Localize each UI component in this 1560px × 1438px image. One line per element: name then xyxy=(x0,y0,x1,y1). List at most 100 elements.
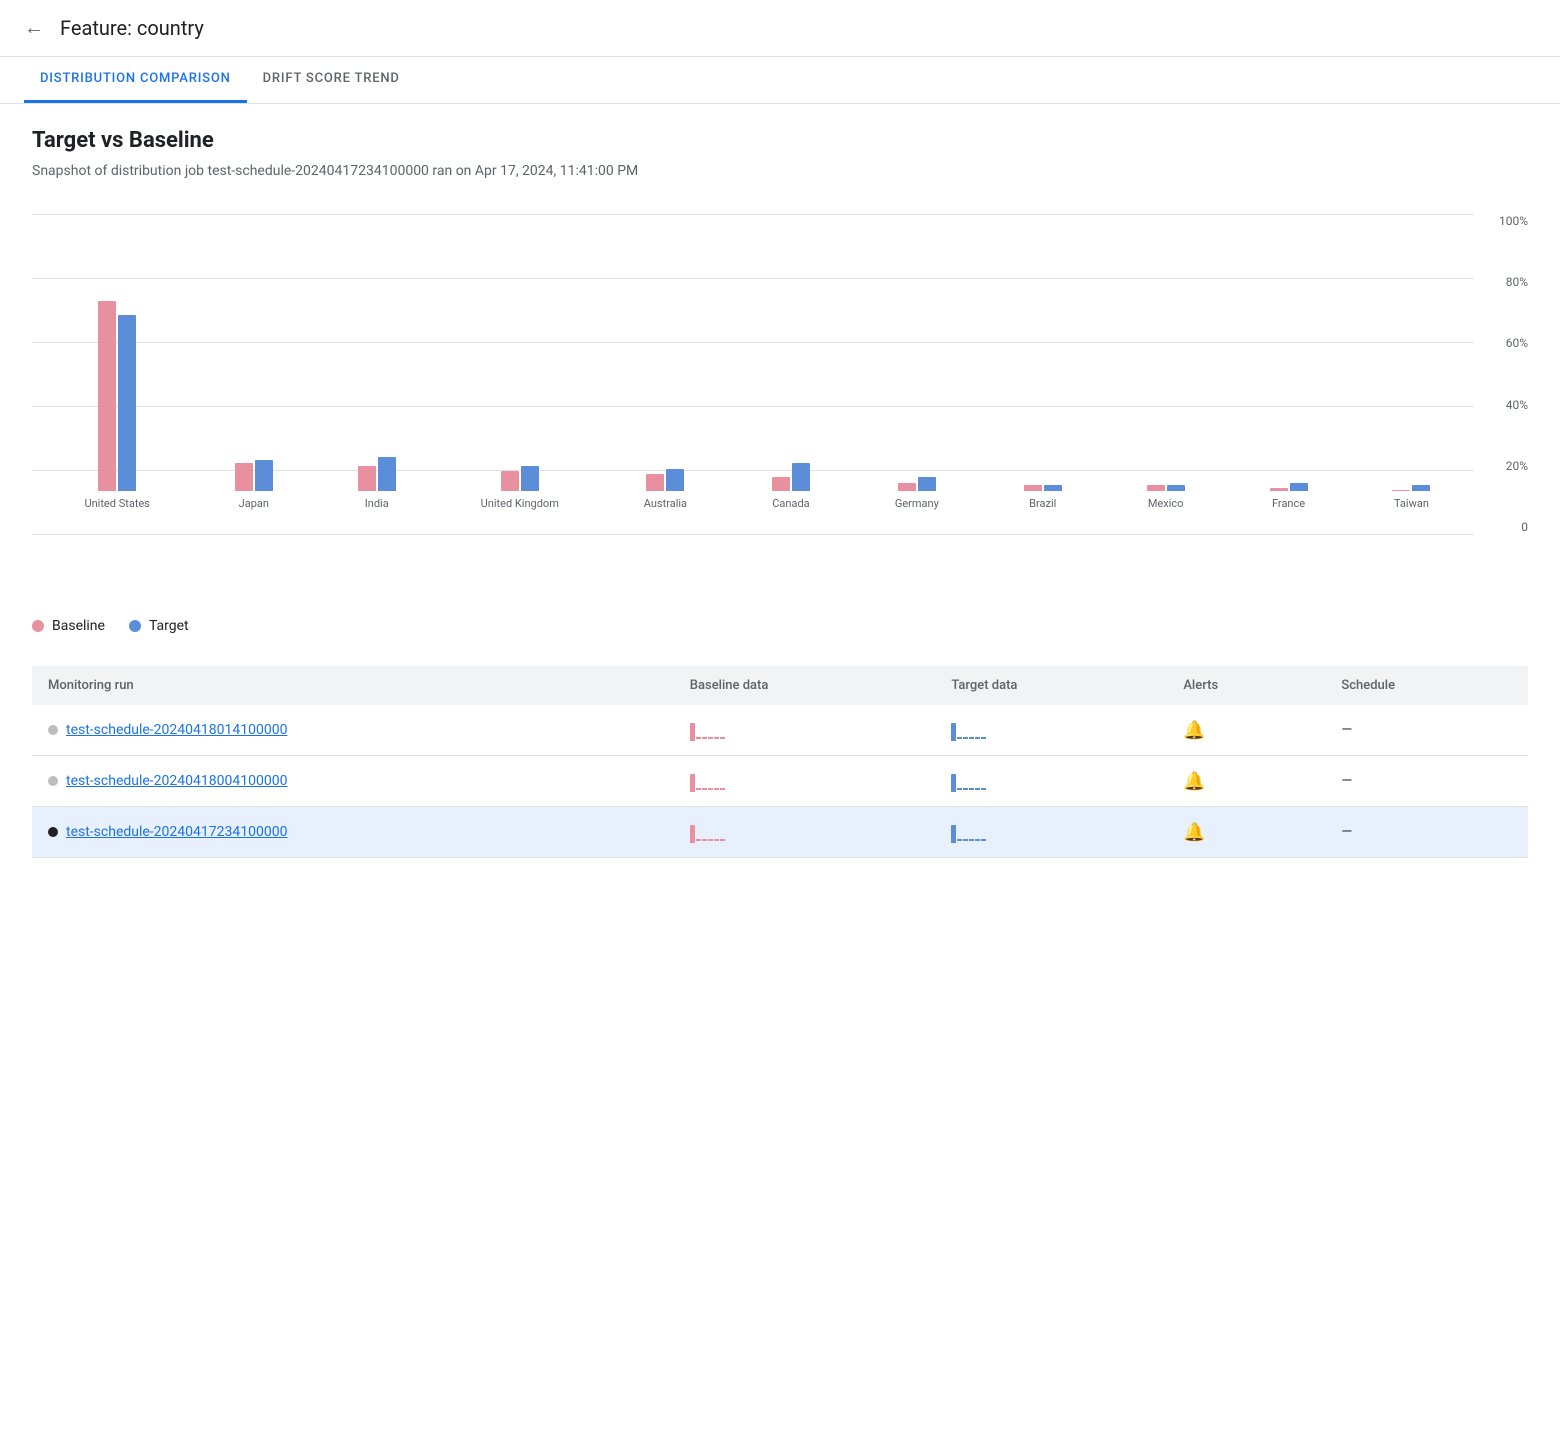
target-bar xyxy=(255,460,273,491)
mini-baseline-bar xyxy=(690,774,695,792)
y-axis: 100% 80% 60% 40% 20% 0 xyxy=(1478,214,1528,534)
mini-baseline-dash xyxy=(714,788,719,790)
bar-group-mexico: Mexico xyxy=(1147,485,1185,510)
mini-baseline-dash xyxy=(714,737,719,739)
bar-pair xyxy=(1024,485,1062,491)
back-button[interactable]: ← xyxy=(24,17,44,40)
mini-baseline-dash xyxy=(708,839,713,841)
mini-baseline-dash xyxy=(702,788,707,790)
y-label-60: 60% xyxy=(1478,336,1528,350)
mini-target-bar xyxy=(951,825,956,843)
bar-pair xyxy=(1392,485,1430,491)
mini-baseline-dash xyxy=(720,839,725,841)
chart-area: 100% 80% 60% 40% 20% 0 United States Japa… xyxy=(32,214,1528,534)
table-header-row: Monitoring run Baseline data Target data… xyxy=(32,666,1528,705)
col-schedule: Schedule xyxy=(1325,666,1528,705)
monitoring-run-cell: test-schedule-20240418004100000 xyxy=(32,756,674,807)
baseline-data-cell xyxy=(674,705,936,756)
mini-target-dash xyxy=(975,788,980,790)
main-content: Target vs Baseline Snapshot of distribut… xyxy=(0,104,1560,882)
baseline-mini-chart xyxy=(690,770,920,792)
baseline-bar xyxy=(235,463,253,491)
y-label-80: 80% xyxy=(1478,275,1528,289)
col-baseline-data: Baseline data xyxy=(674,666,936,705)
page-header: ← Feature: country xyxy=(0,0,1560,57)
bar-pair xyxy=(358,457,396,491)
distribution-chart: 100% 80% 60% 40% 20% 0 United States Japa… xyxy=(32,214,1528,594)
alerts-cell: 🔔 xyxy=(1167,756,1325,807)
mini-baseline-dash xyxy=(696,737,701,739)
bar-pair xyxy=(898,477,936,491)
status-indicator xyxy=(48,827,58,837)
mini-baseline-dash xyxy=(708,737,713,739)
x-axis-label: United States xyxy=(84,497,149,510)
status-indicator xyxy=(48,725,58,735)
monitoring-run-link[interactable]: test-schedule-20240417234100000 xyxy=(66,824,287,840)
monitoring-run-cell: test-schedule-20240417234100000 xyxy=(32,807,674,858)
mini-baseline-dash xyxy=(696,839,701,841)
bar-pair xyxy=(1147,485,1185,491)
grid-line-0 xyxy=(32,534,1473,535)
x-axis-label: Canada xyxy=(772,497,809,510)
bars-area: United States Japan India United Kingdom Aus… xyxy=(42,214,1473,510)
schedule-cell: — xyxy=(1325,756,1528,807)
x-axis-label: Japan xyxy=(239,497,269,510)
baseline-data-cell xyxy=(674,807,936,858)
x-axis-label: Taiwan xyxy=(1394,497,1429,510)
baseline-bar xyxy=(1147,485,1165,491)
monitoring-run-link[interactable]: test-schedule-20240418004100000 xyxy=(66,773,287,789)
target-bar xyxy=(1044,485,1062,491)
baseline-bar xyxy=(1392,490,1410,491)
x-axis-label: France xyxy=(1272,497,1305,510)
monitoring-run-cell: test-schedule-20240418014100000 xyxy=(32,705,674,756)
bar-group-taiwan: Taiwan xyxy=(1392,485,1430,510)
tab-distribution[interactable]: DISTRIBUTION COMPARISON xyxy=(24,57,247,103)
x-axis-label: United Kingdom xyxy=(481,497,559,510)
target-bar xyxy=(118,315,136,491)
y-label-0: 0 xyxy=(1478,520,1528,534)
alerts-cell: 🔔 xyxy=(1167,705,1325,756)
tab-bar: DISTRIBUTION COMPARISON DRIFT SCORE TREN… xyxy=(0,57,1560,104)
bar-group-united-kingdom: United Kingdom xyxy=(481,466,559,510)
status-indicator xyxy=(48,776,58,786)
alert-bell-icon: 🔔 xyxy=(1183,771,1205,792)
alert-bell-icon: 🔔 xyxy=(1183,720,1205,741)
target-bar xyxy=(521,466,539,491)
target-bar xyxy=(918,477,936,491)
baseline-dot xyxy=(32,620,44,632)
alerts-cell: 🔔 xyxy=(1167,807,1325,858)
x-axis-label: Mexico xyxy=(1148,497,1184,510)
mini-target-dash xyxy=(981,839,986,841)
target-data-cell xyxy=(935,705,1167,756)
bar-group-brazil: Brazil xyxy=(1024,485,1062,510)
schedule-cell: — xyxy=(1325,705,1528,756)
chart-legend: Baseline Target xyxy=(32,618,1528,634)
baseline-bar xyxy=(1024,485,1042,491)
mini-target-dash xyxy=(975,839,980,841)
target-data-cell xyxy=(935,807,1167,858)
bar-pair xyxy=(1270,483,1308,491)
mini-target-dash xyxy=(969,788,974,790)
bar-pair xyxy=(772,463,810,491)
baseline-bar xyxy=(98,301,116,491)
monitoring-table: Monitoring run Baseline data Target data… xyxy=(32,666,1528,858)
x-axis-label: India xyxy=(365,497,389,510)
mini-baseline-dash xyxy=(714,839,719,841)
bar-group-india: India xyxy=(358,457,396,510)
baseline-bar xyxy=(358,466,376,491)
mini-target-dash xyxy=(963,839,968,841)
mini-target-bar xyxy=(951,723,956,741)
baseline-bar xyxy=(646,474,664,491)
monitoring-run-link[interactable]: test-schedule-20240418014100000 xyxy=(66,722,287,738)
mini-target-bar xyxy=(951,774,956,792)
tab-drift-score[interactable]: DRIFT SCORE TREND xyxy=(247,57,416,103)
target-bar xyxy=(666,469,684,491)
mini-baseline-bar xyxy=(690,723,695,741)
baseline-mini-chart xyxy=(690,821,920,843)
target-mini-chart xyxy=(951,770,1151,792)
target-mini-chart xyxy=(951,821,1151,843)
legend-target: Target xyxy=(129,618,189,634)
col-target-data: Target data xyxy=(935,666,1167,705)
section-subtitle: Snapshot of distribution job test-schedu… xyxy=(32,161,1528,182)
bar-group-australia: Australia xyxy=(644,469,687,510)
